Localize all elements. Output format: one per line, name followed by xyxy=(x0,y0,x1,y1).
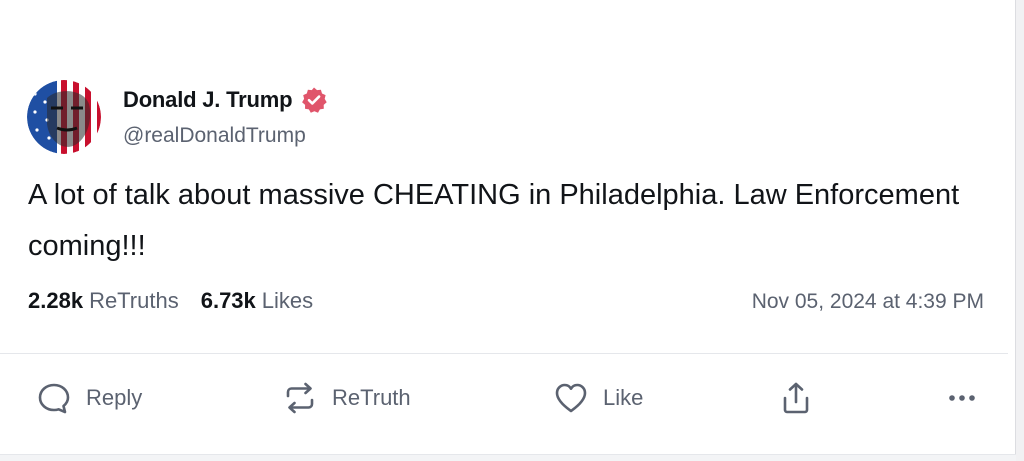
retruths-stat[interactable]: 2.28k ReTruths xyxy=(28,288,179,314)
reply-label: Reply xyxy=(86,385,143,410)
post-stats: 2.28k ReTruths 6.73k Likes xyxy=(28,288,313,314)
share-icon xyxy=(783,382,809,414)
post-card: Donald J. Trump @realDonaldTrump A lot o… xyxy=(0,0,1016,461)
like-label: Like xyxy=(603,385,644,410)
action-bar: Reply ReTruth Like xyxy=(0,373,1016,423)
avatar[interactable] xyxy=(27,80,101,154)
divider xyxy=(0,353,1008,354)
heart-icon xyxy=(555,383,587,413)
retruths-count: 2.28k xyxy=(28,288,84,313)
avatar-image xyxy=(27,80,101,154)
likes-stat[interactable]: 6.73k Likes xyxy=(201,288,313,314)
retruth-label: ReTruth xyxy=(332,385,411,410)
retruth-button[interactable]: ReTruth xyxy=(282,373,411,423)
author-block: Donald J. Trump @realDonaldTrump xyxy=(123,86,328,148)
post-timestamp[interactable]: Nov 05, 2024 at 4:39 PM xyxy=(752,290,984,314)
window-frame-edge xyxy=(1015,0,1024,461)
retruth-icon xyxy=(286,382,314,414)
like-button[interactable]: Like xyxy=(553,373,643,423)
bottom-edge xyxy=(0,454,1016,461)
post-text: A lot of talk about massive CHEATING in … xyxy=(28,179,960,262)
likes-count: 6.73k xyxy=(200,288,256,313)
verified-badge-icon xyxy=(300,86,328,114)
reply-button[interactable]: Reply xyxy=(36,373,142,423)
display-name[interactable]: Donald J. Trump xyxy=(123,87,293,113)
more-icon xyxy=(949,395,975,401)
retruths-label: ReTruths xyxy=(89,288,179,313)
user-handle[interactable]: @realDonaldTrump xyxy=(123,124,328,148)
reply-icon xyxy=(38,383,70,414)
likes-label: Likes xyxy=(261,288,314,313)
name-row: Donald J. Trump xyxy=(123,86,328,114)
share-button[interactable] xyxy=(778,373,814,423)
more-options-button[interactable] xyxy=(944,373,980,423)
